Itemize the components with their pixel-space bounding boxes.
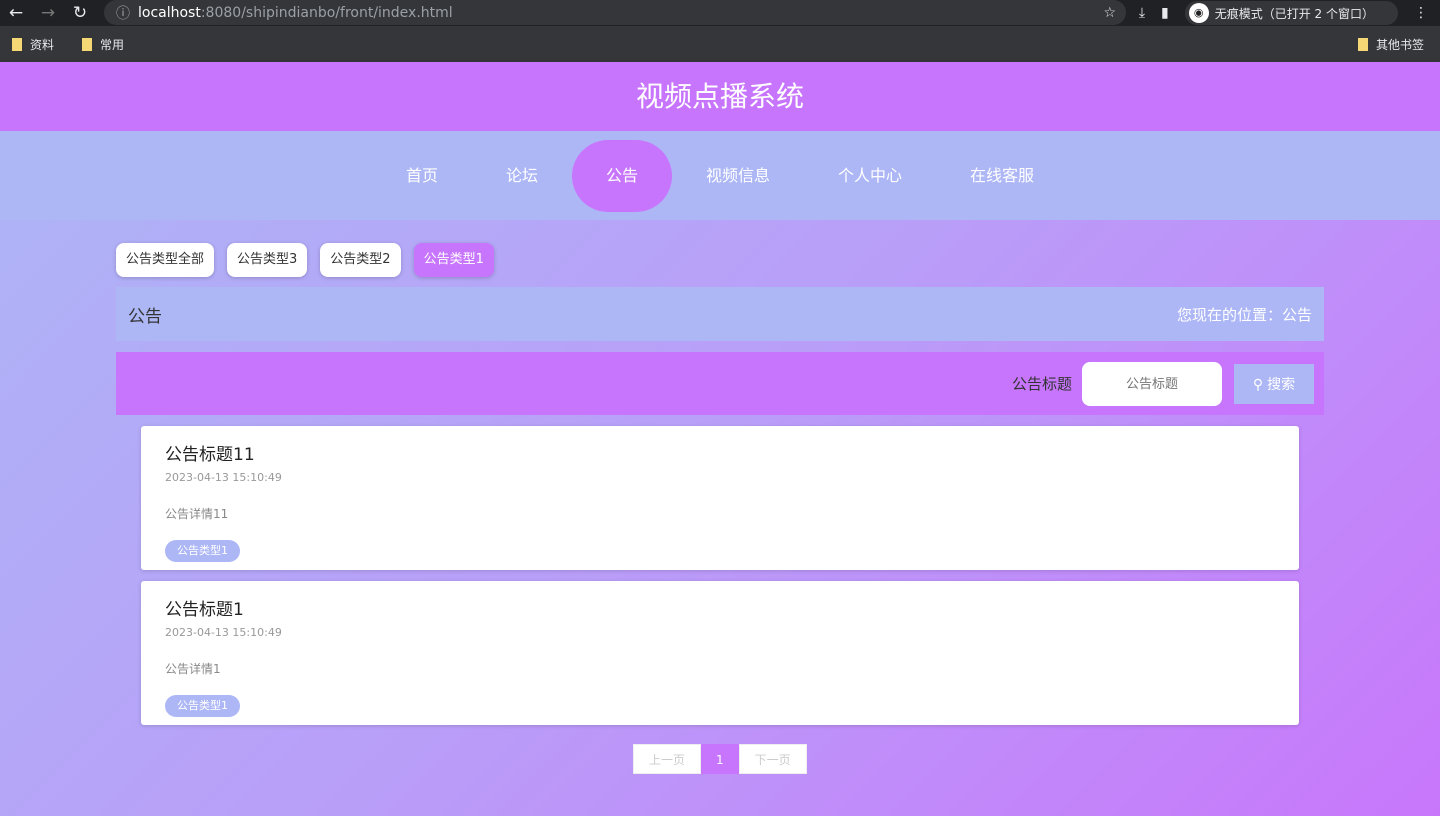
- bookmark-label: 常用: [100, 37, 125, 52]
- nav-forum[interactable]: 论坛: [472, 140, 572, 212]
- page-title: 公告: [128, 306, 162, 327]
- search-icon: ⚲: [1252, 375, 1264, 392]
- folder-icon: [12, 37, 22, 51]
- nav-profile[interactable]: 个人中心: [804, 140, 936, 212]
- notice-card[interactable]: 公告标题11 2023-04-13 15:10:49 公告详情11 公告类型1: [141, 426, 1299, 570]
- notice-time: 2023-04-13 15:10:49: [165, 471, 282, 484]
- nav-notice[interactable]: 公告: [571, 139, 672, 212]
- nav-video[interactable]: 视频信息: [672, 140, 804, 212]
- forward-icon[interactable]: →: [32, 3, 64, 23]
- reload-icon[interactable]: ↻: [64, 3, 96, 23]
- search-bar: 公告标题 ⚲ 搜索: [116, 352, 1324, 415]
- download-icon[interactable]: ⤓: [1139, 5, 1145, 21]
- notice-time: 2023-04-13 15:10:49: [165, 626, 282, 639]
- notice-type-tag: 公告类型1: [165, 540, 240, 562]
- search-label: 公告标题: [1011, 375, 1072, 393]
- incognito-label: 无痕模式（已打开 2 个窗口）: [1214, 6, 1374, 21]
- nav-service[interactable]: 在线客服: [936, 140, 1068, 212]
- browser-toolbar: ← → ↻ ⓘ localhost:8080/shipindianbo/front…: [0, 0, 1440, 26]
- next-page-button[interactable]: 下一页: [738, 744, 807, 774]
- folder-icon: [82, 37, 93, 51]
- notice-detail: 公告详情1: [165, 662, 221, 676]
- search-input[interactable]: [1082, 361, 1222, 406]
- site-title: 视频点播系统: [0, 62, 1440, 131]
- current-position: 您现在的位置：公告: [1176, 305, 1312, 324]
- back-icon[interactable]: ←: [0, 3, 32, 23]
- url-host: localhost: [138, 4, 201, 21]
- star-icon[interactable]: ☆: [1103, 5, 1116, 21]
- notice-title[interactable]: 公告标题11: [165, 440, 1275, 465]
- type-filter: 公告类型全部 公告类型3 公告类型2 公告类型1: [116, 243, 494, 277]
- type-2[interactable]: 公告类型2: [320, 243, 401, 277]
- type-all[interactable]: 公告类型全部: [116, 243, 215, 277]
- incognito-badge[interactable]: ◉ 无痕模式（已打开 2 个窗口）: [1184, 1, 1398, 25]
- notice-detail: 公告详情11: [165, 507, 229, 521]
- search-button-label: 搜索: [1267, 375, 1296, 392]
- pagination: 上一页 1 下一页: [633, 744, 807, 774]
- notice-title[interactable]: 公告标题1: [165, 595, 1275, 620]
- sidepanel-icon[interactable]: ▮: [1161, 5, 1169, 21]
- bookmark-folder[interactable]: 常用: [82, 36, 124, 53]
- nav-home[interactable]: 首页: [372, 140, 472, 212]
- main-nav: 首页 论坛 公告 视频信息 个人中心 在线客服: [0, 131, 1440, 220]
- url-path: :8080/shipindianbo/front/index.html: [200, 4, 453, 21]
- folder-icon: [1357, 37, 1368, 51]
- address-bar[interactable]: ⓘ localhost:8080/shipindianbo/front/index…: [104, 0, 1126, 25]
- bookmark-label: 资料: [30, 37, 55, 52]
- type-1[interactable]: 公告类型1: [413, 243, 494, 277]
- search-button[interactable]: ⚲ 搜索: [1234, 363, 1314, 404]
- bookmark-label: 其他书签: [1375, 37, 1424, 52]
- other-bookmarks[interactable]: 其他书签: [1357, 36, 1424, 53]
- incognito-icon: ◉: [1188, 3, 1209, 23]
- bookmark-folder[interactable]: 资料: [12, 36, 54, 53]
- page: 视频点播系统 首页 论坛 公告 视频信息 个人中心 在线客服 公告类型全部 公告…: [0, 62, 1440, 816]
- page-number[interactable]: 1: [701, 744, 739, 774]
- bookmarks-bar: 资料 常用 其他书签: [0, 26, 1440, 62]
- type-3[interactable]: 公告类型3: [227, 243, 308, 277]
- info-icon: ⓘ: [116, 5, 130, 22]
- notice-card[interactable]: 公告标题1 2023-04-13 15:10:49 公告详情1 公告类型1: [141, 581, 1299, 725]
- breadcrumb: 公告 您现在的位置：公告: [116, 287, 1324, 341]
- menu-icon[interactable]: ⋮: [1414, 5, 1428, 21]
- notice-type-tag: 公告类型1: [165, 695, 240, 717]
- prev-page-button[interactable]: 上一页: [633, 744, 702, 774]
